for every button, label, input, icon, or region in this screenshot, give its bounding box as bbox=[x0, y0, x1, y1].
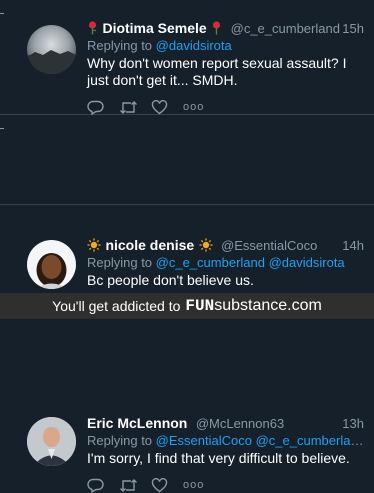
like-icon[interactable] bbox=[151, 477, 183, 493]
avatar[interactable] bbox=[27, 25, 76, 74]
reply-prefix: Replying to bbox=[87, 433, 153, 448]
tweet[interactable]: nicole denise @EssentialCoco 14h Replyin… bbox=[0, 115, 374, 315]
like-icon[interactable] bbox=[151, 99, 183, 115]
brand-substance: substance bbox=[214, 297, 288, 314]
display-name[interactable]: Diotima Semele bbox=[102, 20, 206, 36]
brand-fun: FUN bbox=[185, 297, 215, 315]
rose-icon bbox=[211, 20, 226, 37]
tweet-header: Diotima Semele @c_e_cumberland 15h bbox=[87, 20, 364, 37]
side-marker bbox=[0, 128, 4, 129]
tweet-text: Why don't women report sexual assault? I… bbox=[87, 55, 347, 88]
reply-icon[interactable] bbox=[87, 477, 119, 493]
side-marker bbox=[0, 13, 4, 14]
tweet-actions: ooo bbox=[87, 477, 364, 493]
retweet-icon[interactable] bbox=[119, 99, 151, 115]
tweet-header: Eric McLennon @McLennon63 13h bbox=[87, 415, 364, 432]
reply-prefix: Replying to bbox=[87, 38, 153, 53]
tweet-content: Eric McLennon @McLennon63 13h Replying t… bbox=[87, 415, 364, 493]
avatar[interactable] bbox=[27, 417, 76, 466]
tweet[interactable]: Eric McLennon @McLennon63 13h Replying t… bbox=[0, 205, 374, 493]
reply-mention-link[interactable]: @EssentialCoco @c_e_cumberland @da... bbox=[156, 433, 364, 448]
retweet-icon[interactable] bbox=[119, 477, 151, 493]
user-handle[interactable]: @c_e_cumberland bbox=[231, 21, 340, 36]
brand-domain: .com bbox=[287, 297, 322, 314]
footer-text: You'll get addicted to bbox=[52, 298, 181, 314]
reply-icon[interactable] bbox=[87, 99, 119, 115]
timestamp[interactable]: 15h bbox=[342, 21, 364, 36]
reply-mention-link[interactable]: @davidsirota bbox=[156, 38, 232, 53]
user-handle[interactable]: @McLennon63 bbox=[196, 416, 284, 431]
watermark-footer: You'll get addicted to FUN substance .com bbox=[0, 293, 374, 319]
reply-context: Replying to @EssentialCoco @c_e_cumberla… bbox=[87, 433, 364, 448]
tweet-content: Diotima Semele @c_e_cumberland 15h Reply… bbox=[87, 20, 364, 115]
timestamp[interactable]: 13h bbox=[342, 416, 364, 431]
display-name[interactable]: Eric McLennon bbox=[87, 415, 187, 431]
more-icon[interactable]: ooo bbox=[183, 477, 215, 493]
tweet-feed: Diotima Semele @c_e_cumberland 15h Reply… bbox=[0, 0, 374, 493]
rose-icon bbox=[87, 20, 102, 37]
more-icon[interactable]: ooo bbox=[183, 99, 215, 115]
tweet-actions: ooo bbox=[87, 99, 364, 115]
tweet-text: I'm sorry, I find that very difficult to… bbox=[87, 450, 350, 466]
tweet[interactable]: Diotima Semele @c_e_cumberland 15h Reply… bbox=[0, 0, 374, 115]
reply-context: Replying to @davidsirota bbox=[87, 38, 364, 53]
